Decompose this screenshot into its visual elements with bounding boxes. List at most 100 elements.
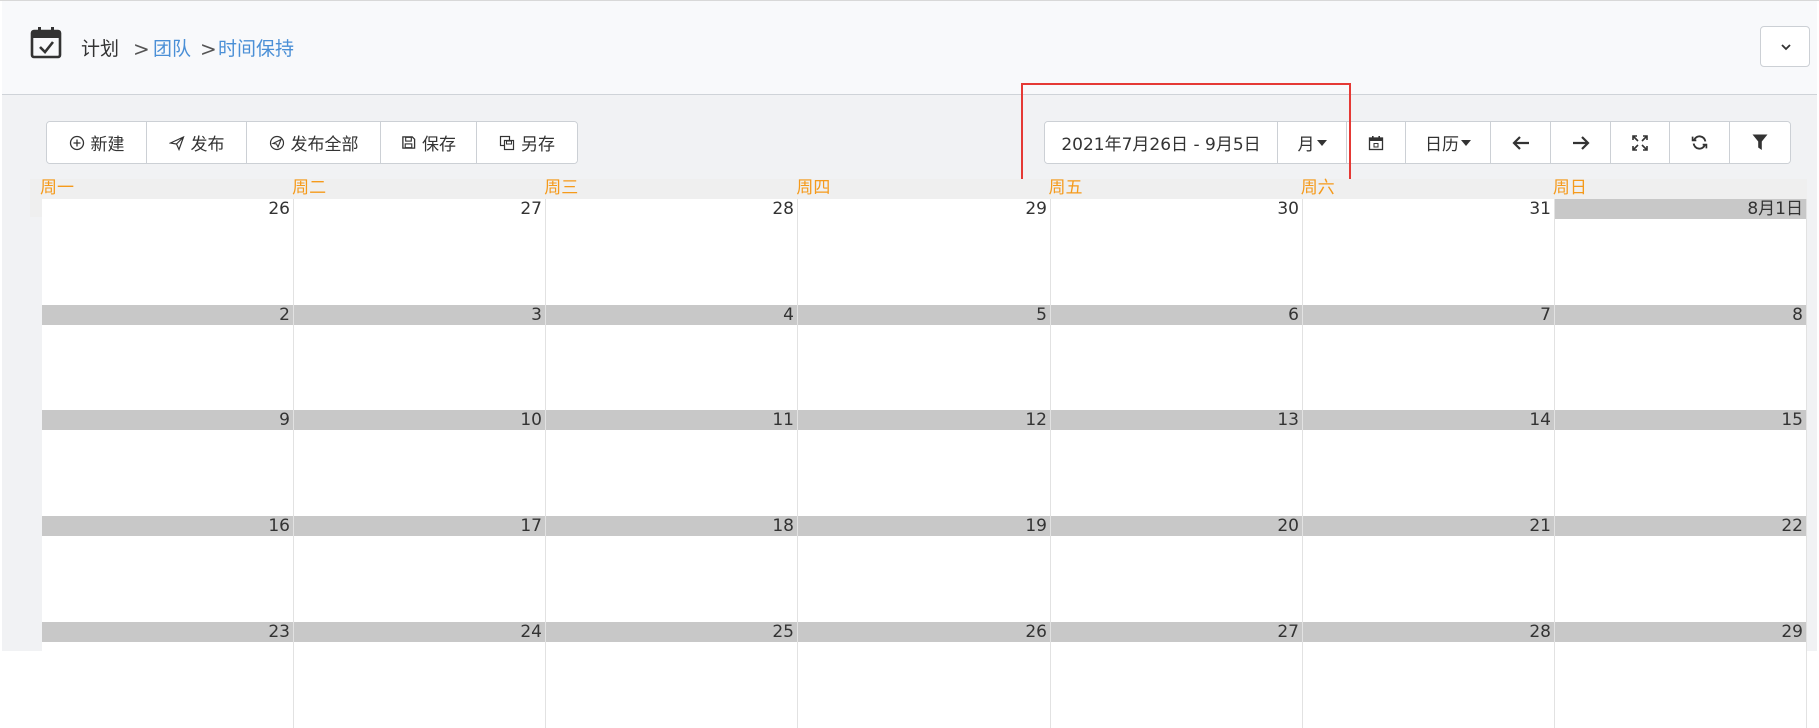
save-as-button-label: 另存 xyxy=(521,135,555,155)
new-button[interactable]: 新建 xyxy=(47,122,147,163)
calendar-day-cell[interactable]: 22 xyxy=(1555,516,1807,622)
chevron-down-icon xyxy=(1781,44,1791,51)
refresh-button[interactable] xyxy=(1670,122,1730,163)
calendar-day-cell[interactable]: 5 xyxy=(798,305,1051,411)
arrow-left-icon xyxy=(1511,135,1529,150)
publish-all-button-label: 发布全部 xyxy=(290,135,359,155)
save-as-button[interactable]: 另存 xyxy=(477,122,577,163)
calendar-day-cell[interactable]: 9 xyxy=(42,410,294,516)
calendar-day-cell[interactable]: 20 xyxy=(1051,516,1303,622)
calendar-day-cell[interactable]: 12 xyxy=(798,410,1051,516)
day-number: 6 xyxy=(1051,305,1302,325)
breadcrumb-separator: > xyxy=(133,37,150,61)
calendar-day-cell[interactable]: 28 xyxy=(1303,622,1555,728)
day-number: 11 xyxy=(546,410,797,430)
day-number: 20 xyxy=(1051,516,1302,536)
calendar-day-cell[interactable]: 2 xyxy=(42,305,294,411)
day-number: 27 xyxy=(520,199,542,219)
publish-button-label: 发布 xyxy=(190,135,225,155)
calendar-week-row: 16 17 18 19 20 21 22 xyxy=(42,516,1807,622)
filter-icon xyxy=(1752,134,1768,150)
calendar-day-cell[interactable]: 28 xyxy=(546,199,798,305)
filter-button[interactable] xyxy=(1730,122,1790,163)
calendar-day-cell[interactable]: 15 xyxy=(1555,410,1807,516)
day-number: 26 xyxy=(268,199,290,219)
breadcrumb-team-link[interactable]: 团队 xyxy=(153,37,191,61)
calendar-day-cell[interactable]: 26 xyxy=(798,622,1051,728)
day-number: 4 xyxy=(546,305,797,325)
calendar-day-cell[interactable]: 24 xyxy=(294,622,546,728)
weekday-label: 周日 xyxy=(1552,178,1587,198)
day-number: 22 xyxy=(1555,516,1806,536)
view-mode-dropdown[interactable]: 月 xyxy=(1278,122,1347,163)
day-number: 21 xyxy=(1303,516,1554,536)
caret-down-icon xyxy=(1316,139,1327,146)
day-number: 7 xyxy=(1303,305,1554,325)
next-button[interactable] xyxy=(1551,122,1611,163)
day-number: 8月1日 xyxy=(1555,199,1806,219)
weekday-label: 周二 xyxy=(292,178,327,198)
calendar-day-cell[interactable]: 26 xyxy=(42,199,294,305)
save-as-icon xyxy=(499,135,515,150)
weekday-label: 周三 xyxy=(544,178,579,198)
day-number: 23 xyxy=(42,622,293,642)
edit-toolbar: 新建 发布 发布全部 保存 另存 xyxy=(46,121,578,164)
calendar-day-cell[interactable]: 3 xyxy=(294,305,546,411)
day-number: 17 xyxy=(294,516,545,536)
calendar-week-row: 23 24 25 26 27 28 29 xyxy=(42,622,1807,728)
day-number: 29 xyxy=(1025,199,1047,219)
calendar-day-cell[interactable]: 4 xyxy=(546,305,798,411)
calendar-day-cell[interactable]: 27 xyxy=(1051,622,1303,728)
calendar-day-cell[interactable]: 6 xyxy=(1051,305,1303,411)
day-number: 5 xyxy=(798,305,1050,325)
save-button-label: 保存 xyxy=(422,135,456,155)
previous-button[interactable] xyxy=(1491,122,1551,163)
calendar-day-cell[interactable]: 29 xyxy=(1555,622,1807,728)
calendar-month-grid: 26 27 28 29 30 31 8月1日 2 3 4 5 6 7 8 9 10 11 12 13 14 15 16 17… xyxy=(42,199,1807,728)
calendar-day-cell[interactable]: 21 xyxy=(1303,516,1555,622)
calendar-day-cell[interactable]: 16 xyxy=(42,516,294,622)
publish-button[interactable]: 发布 xyxy=(147,122,247,163)
publish-all-button[interactable]: 发布全部 xyxy=(247,122,381,163)
calendar-week-row: 9 10 11 12 13 14 15 xyxy=(42,410,1807,516)
day-number: 25 xyxy=(546,622,797,642)
day-number: 2 xyxy=(42,305,293,325)
calendar-day-cell[interactable]: 29 xyxy=(798,199,1051,305)
weekday-label: 周四 xyxy=(796,178,831,198)
calendar-day-cell[interactable]: 17 xyxy=(294,516,546,622)
header-dropdown-button[interactable] xyxy=(1760,26,1810,67)
calendar-day-cell[interactable]: 19 xyxy=(798,516,1051,622)
view-mode-label: 月 xyxy=(1297,135,1315,155)
calendar-day-cell[interactable]: 8 xyxy=(1555,305,1807,411)
day-number: 30 xyxy=(1277,199,1299,219)
date-range-button[interactable]: 2021年7月26日 - 9月5日 xyxy=(1045,122,1278,163)
page-header: 计划 > 团队 > 时间保持 xyxy=(2,1,1817,95)
fullscreen-button[interactable] xyxy=(1611,122,1670,163)
save-button[interactable]: 保存 xyxy=(381,122,477,163)
arrow-right-icon xyxy=(1572,135,1590,150)
day-number: 3 xyxy=(294,305,545,325)
calendar-week-row: 2345678 xyxy=(42,305,1807,411)
calendar-day-cell[interactable]: 13 xyxy=(1051,410,1303,516)
calendar-day-cell[interactable]: 11 xyxy=(546,410,798,516)
breadcrumb-separator: > xyxy=(200,37,217,61)
calendar-day-cell[interactable]: 10 xyxy=(294,410,546,516)
calendar-type-dropdown[interactable]: 日历 xyxy=(1406,122,1491,163)
calendar-day-cell[interactable]: 18 xyxy=(546,516,798,622)
calendar-day-cell[interactable]: 27 xyxy=(294,199,546,305)
calendar-day-cell[interactable]: 30 xyxy=(1051,199,1303,305)
calendar-day-cell[interactable]: 14 xyxy=(1303,410,1555,516)
calendar-day-cell[interactable]: 7 xyxy=(1303,305,1555,411)
calendar-day-cell[interactable]: 25 xyxy=(546,622,798,728)
calendar-day-cell[interactable]: 23 xyxy=(42,622,294,728)
day-number: 18 xyxy=(546,516,797,536)
calendar-day-cell[interactable]: 8月1日 xyxy=(1555,199,1807,305)
day-number: 16 xyxy=(42,516,293,536)
calendar-day-cell[interactable]: 31 xyxy=(1303,199,1555,305)
breadcrumb-current-link[interactable]: 时间保持 xyxy=(218,37,294,61)
caret-down-icon xyxy=(1461,139,1471,146)
day-number: 26 xyxy=(798,622,1050,642)
send-icon xyxy=(168,135,185,151)
view-toolbar: 2021年7月26日 - 9月5日 月 日历 xyxy=(1044,121,1791,164)
date-picker-button[interactable] xyxy=(1347,122,1406,163)
